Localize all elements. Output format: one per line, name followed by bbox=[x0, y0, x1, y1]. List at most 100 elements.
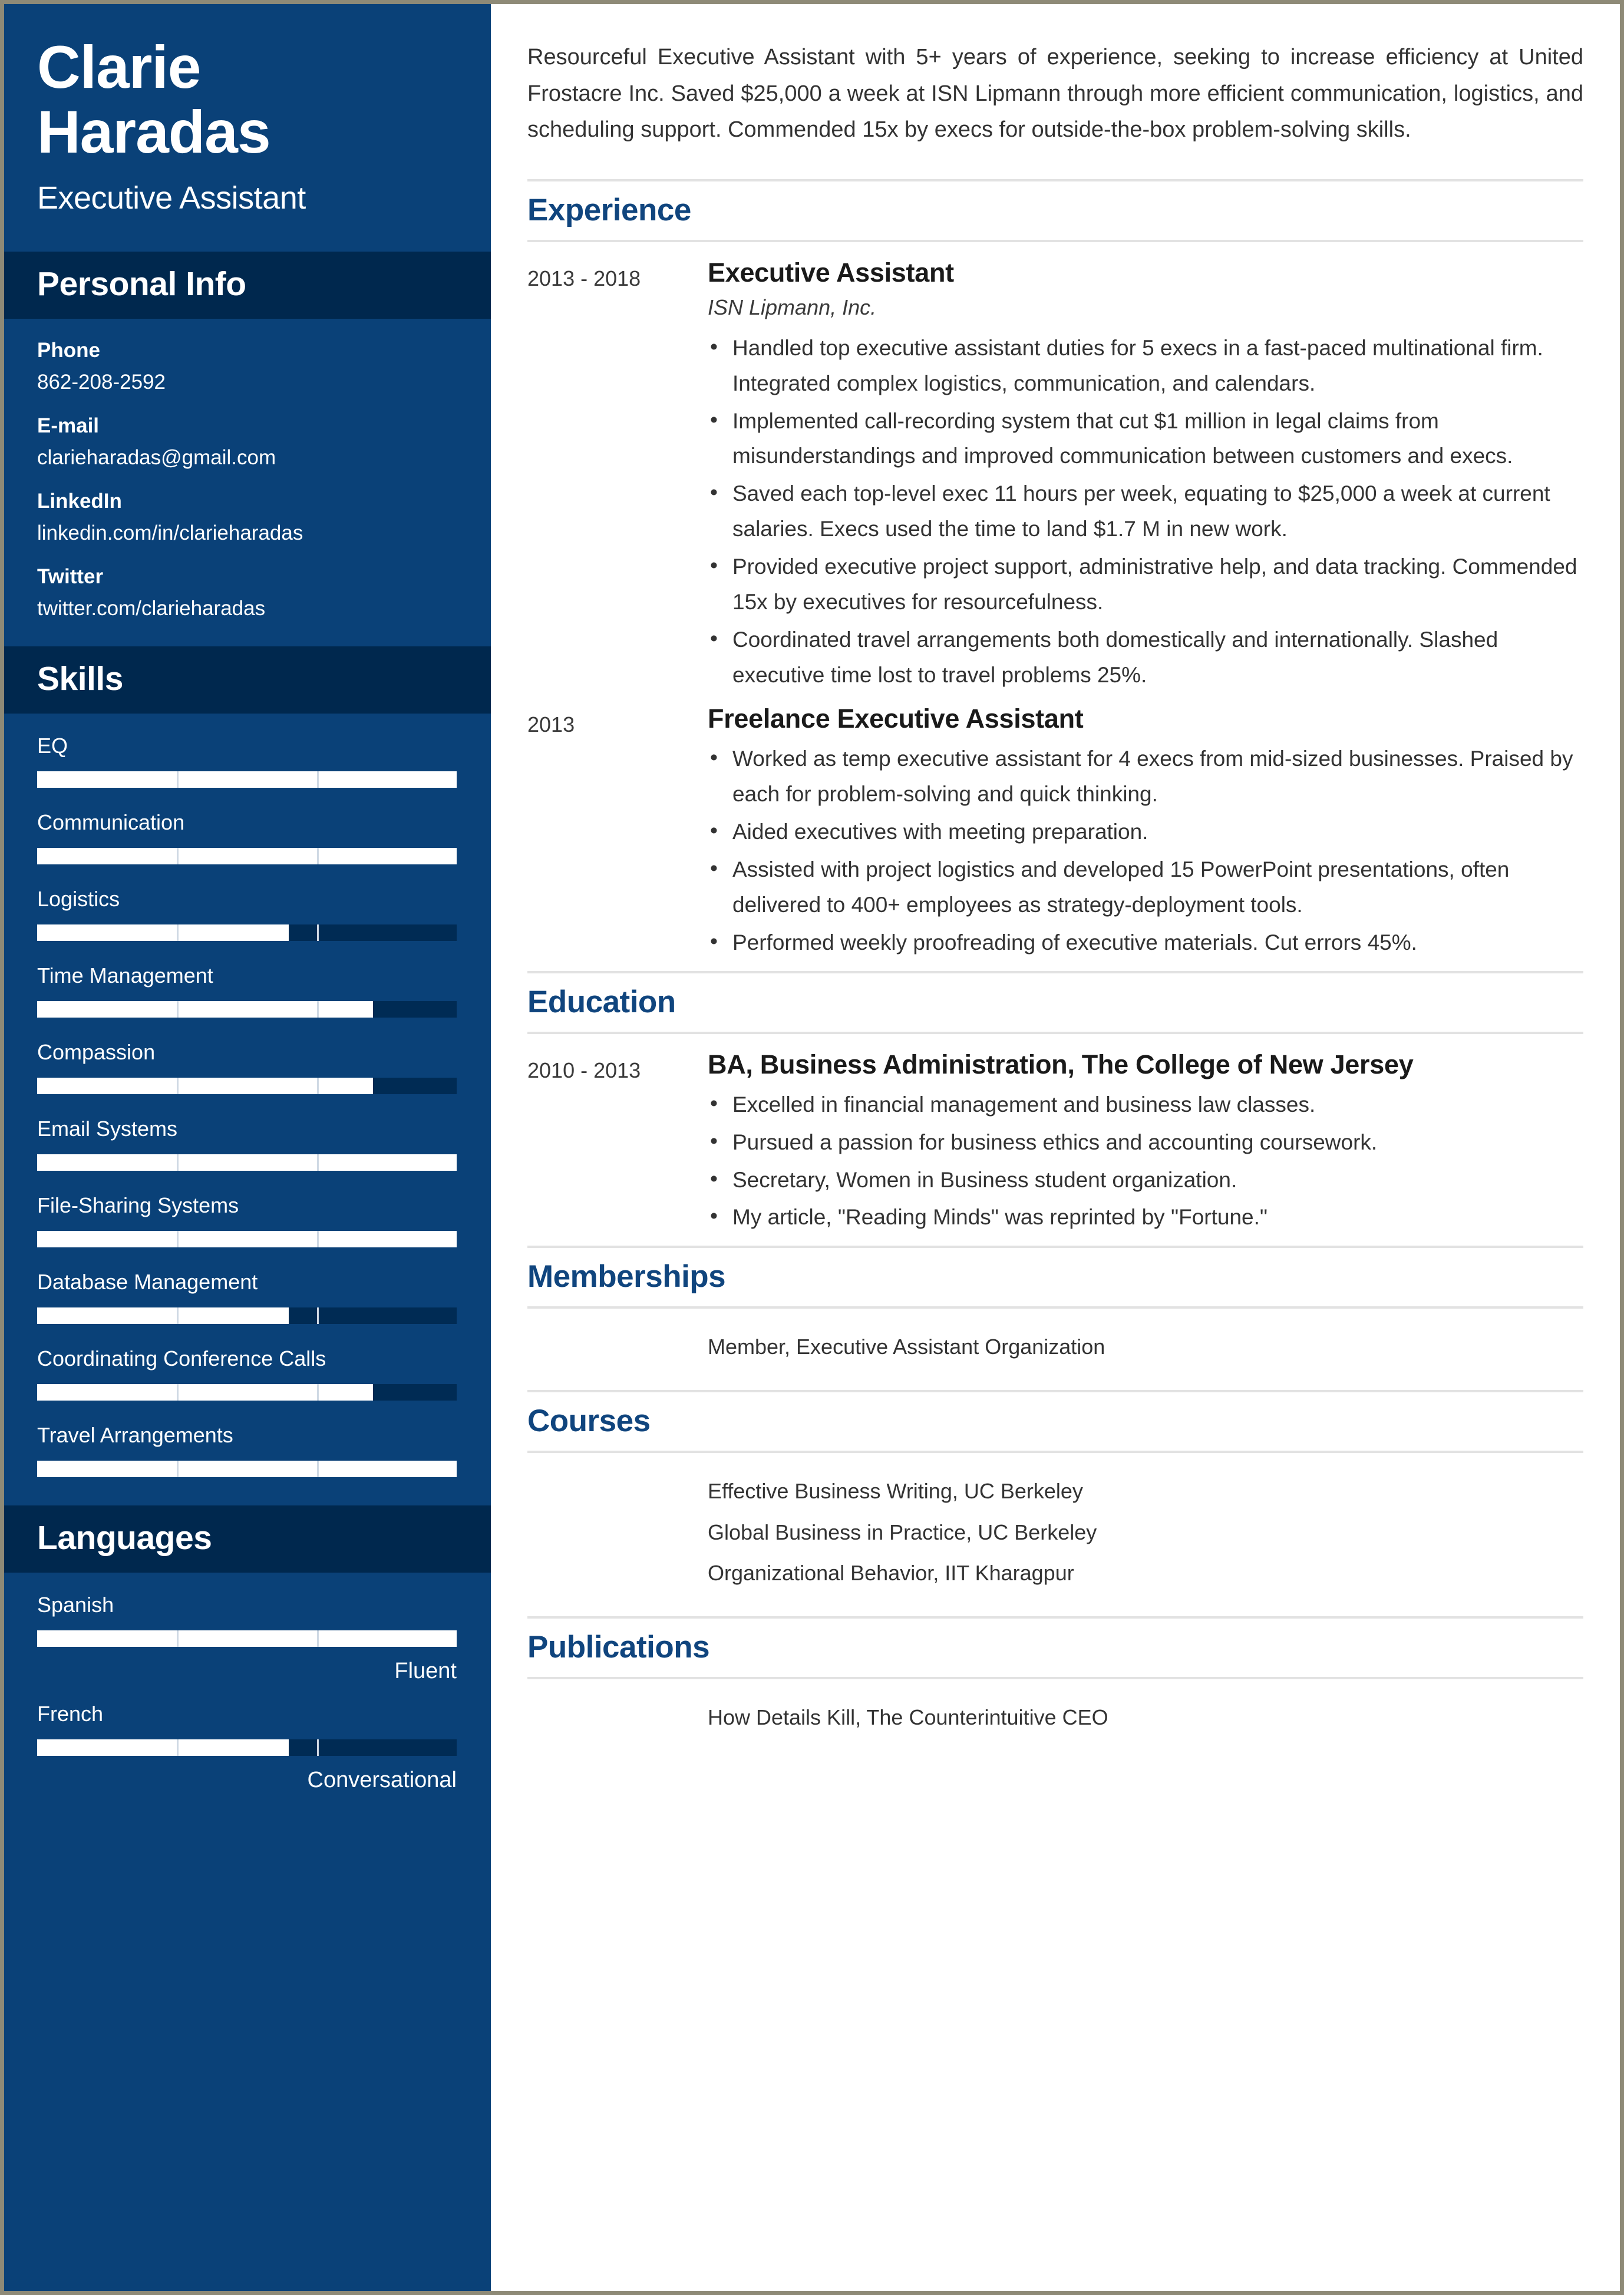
language-bar-tick bbox=[316, 1630, 319, 1647]
skill-item: Compassion bbox=[37, 1040, 458, 1095]
experience-entry: 2013 Freelance Executive Assistant Worke… bbox=[527, 704, 1583, 963]
skill-label: File-Sharing Systems bbox=[37, 1193, 239, 1218]
membership-text: Member, Executive Assistant Organization bbox=[708, 1335, 1105, 1359]
contact-label-linkedin: LinkedIn bbox=[37, 490, 122, 513]
skill-bar-fill bbox=[37, 924, 289, 942]
skill-bar-tick bbox=[316, 771, 319, 788]
courses-list: Effective Business Writing, UC Berkeley … bbox=[527, 1468, 1583, 1613]
skill-bar-tick bbox=[316, 1154, 319, 1171]
skill-bar bbox=[37, 1154, 457, 1171]
section-publications: Publications How Details Kill, The Count… bbox=[527, 1616, 1583, 1757]
skill-bar-tick bbox=[177, 1461, 179, 1478]
education-entry: 2010 - 2013 BA, Business Administration,… bbox=[527, 1049, 1583, 1238]
contact-value-email[interactable]: clarieharadas@gmail.com bbox=[37, 446, 458, 470]
membership-item: Member, Executive Assistant Organization bbox=[527, 1330, 1583, 1364]
language-bar bbox=[37, 1739, 457, 1756]
skill-bar-fill bbox=[37, 1384, 373, 1401]
sidebar: Clarie Haradas Executive Assistant Person… bbox=[4, 4, 491, 2291]
language-bar-tick bbox=[177, 1739, 179, 1756]
candidate-name-line1: Clarie bbox=[37, 34, 201, 101]
skill-item: Time Management bbox=[37, 963, 458, 1018]
course-spacer bbox=[527, 1474, 708, 1508]
bullet-item: Excelled in financial management and bus… bbox=[708, 1086, 1583, 1122]
skill-bar-tick bbox=[316, 924, 319, 942]
skill-label: Time Management bbox=[37, 963, 213, 988]
skill-item: Database Management bbox=[37, 1270, 458, 1325]
language-item: Spanish Fluent bbox=[37, 1593, 458, 1684]
course-item: Effective Business Writing, UC Berkeley bbox=[527, 1474, 1583, 1508]
experience-body: Executive Assistant ISN Lipmann, Inc. Ha… bbox=[708, 257, 1583, 695]
contact-item-email: E-mail clarieharadas@gmail.com bbox=[37, 414, 458, 470]
skill-bar bbox=[37, 1384, 457, 1401]
skill-label: Database Management bbox=[37, 1270, 258, 1295]
skill-label: Logistics bbox=[37, 887, 120, 912]
section-education: Education 2010 - 2013 BA, Business Admin… bbox=[527, 970, 1583, 1238]
skill-item: Logistics bbox=[37, 887, 458, 942]
language-proficiency: Fluent bbox=[394, 1659, 457, 1684]
experience-role: Executive Assistant bbox=[708, 257, 954, 288]
bullet-item: Aided executives with meeting preparatio… bbox=[708, 813, 1583, 850]
experience-role: Freelance Executive Assistant bbox=[708, 704, 1084, 734]
bullet-item: Secretary, Women in Business student org… bbox=[708, 1161, 1583, 1198]
contact-value-twitter[interactable]: twitter.com/clarieharadas bbox=[37, 597, 458, 620]
personal-info-list: Phone 862-208-2592 E-mail clarieharadas@… bbox=[4, 319, 491, 646]
experience-date: 2013 - 2018 bbox=[527, 266, 641, 290]
bullet-item: Implemented call-recording system that c… bbox=[708, 402, 1583, 474]
skill-bar-tick bbox=[316, 1231, 319, 1248]
skill-bar-tick bbox=[177, 1384, 179, 1401]
section-title-education: Education bbox=[527, 970, 1583, 1034]
skill-bar-tick bbox=[177, 1154, 179, 1171]
education-date: 2010 - 2013 bbox=[527, 1058, 641, 1082]
section-header-personal-info: Personal Info bbox=[4, 252, 491, 319]
skill-bar-tick bbox=[177, 771, 179, 788]
skill-bar-tick bbox=[316, 1001, 319, 1018]
bullet-item: Saved each top-level exec 11 hours per w… bbox=[708, 475, 1583, 547]
skill-label: Coordinating Conference Calls bbox=[37, 1346, 326, 1371]
skill-bar-tick bbox=[177, 1231, 179, 1248]
language-bar-tick bbox=[316, 1739, 319, 1756]
language-label: Spanish bbox=[37, 1593, 114, 1617]
section-header-skills: Skills bbox=[4, 646, 491, 714]
contact-item-linkedin: LinkedIn linkedin.com/in/clarieharadas bbox=[37, 490, 458, 545]
publication-item: How Details Kill, The Counterintuitive C… bbox=[527, 1700, 1583, 1735]
skill-bar bbox=[37, 1001, 457, 1018]
contact-value-phone[interactable]: 862-208-2592 bbox=[37, 371, 458, 394]
skill-bar-tick bbox=[177, 1001, 179, 1018]
section-title-courses: Courses bbox=[527, 1389, 1583, 1453]
course-spacer bbox=[527, 1556, 708, 1590]
skill-item: Email Systems bbox=[37, 1117, 458, 1171]
main-content: Resourceful Executive Assistant with 5+ … bbox=[491, 4, 1620, 2291]
course-text: Organizational Behavior, IIT Kharagpur bbox=[708, 1561, 1074, 1586]
skill-label: EQ bbox=[37, 734, 68, 758]
publication-spacer bbox=[527, 1700, 708, 1735]
section-memberships: Memberships Member, Executive Assistant … bbox=[527, 1246, 1583, 1386]
bullet-item: Performed weekly proofreading of executi… bbox=[708, 924, 1583, 960]
contact-value-linkedin[interactable]: linkedin.com/in/clarieharadas bbox=[37, 521, 458, 545]
experience-entry: 2013 - 2018 Executive Assistant ISN Lipm… bbox=[527, 257, 1583, 695]
bullet-item: Coordinated travel arrangements both dom… bbox=[708, 621, 1583, 693]
skill-bar bbox=[37, 1307, 457, 1325]
summary-paragraph: Resourceful Executive Assistant with 5+ … bbox=[527, 45, 1583, 143]
identity-block: Clarie Haradas Executive Assistant bbox=[4, 4, 491, 252]
skill-bar-fill bbox=[37, 1231, 457, 1248]
resume-page: Clarie Haradas Executive Assistant Person… bbox=[0, 0, 1624, 2295]
memberships-list: Member, Executive Assistant Organization bbox=[527, 1324, 1583, 1386]
skill-bar-tick bbox=[316, 1461, 319, 1478]
skill-bar bbox=[37, 1231, 457, 1248]
skill-item: Communication bbox=[37, 810, 458, 865]
bullet-item: My article, "Reading Minds" was reprinte… bbox=[708, 1198, 1583, 1235]
languages-list: Spanish Fluent French Conversational bbox=[4, 1573, 491, 1817]
skill-bar-fill bbox=[37, 848, 457, 865]
skill-label: Compassion bbox=[37, 1040, 156, 1065]
contact-label-twitter: Twitter bbox=[37, 565, 104, 589]
bullet-item: Assisted with project logistics and deve… bbox=[708, 851, 1583, 923]
membership-spacer bbox=[527, 1330, 708, 1364]
course-item: Global Business in Practice, UC Berkeley bbox=[527, 1515, 1583, 1550]
language-bar-fill bbox=[37, 1630, 457, 1647]
education-bullets: Excelled in financial management and bus… bbox=[708, 1086, 1583, 1236]
skill-bar-fill bbox=[37, 1001, 373, 1018]
skill-item: File-Sharing Systems bbox=[37, 1193, 458, 1248]
contact-label-phone: Phone bbox=[37, 339, 100, 362]
bullet-item: Provided executive project support, admi… bbox=[708, 548, 1583, 620]
skill-label: Communication bbox=[37, 810, 185, 835]
